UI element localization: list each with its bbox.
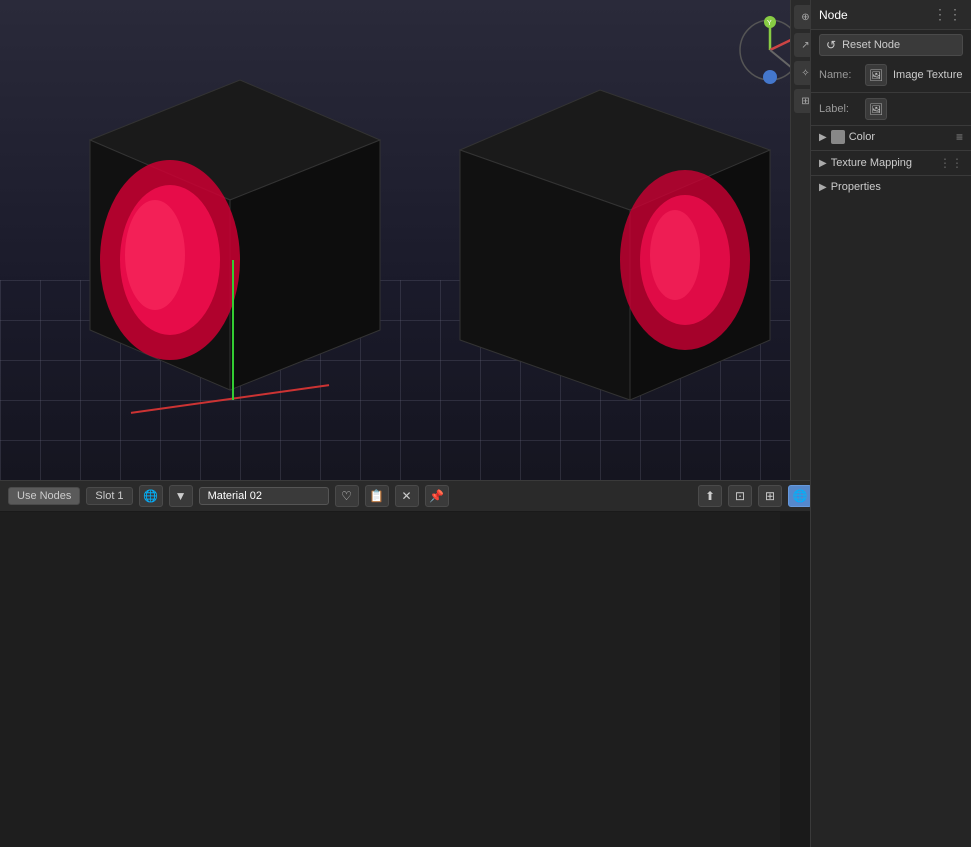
properties-expand-icon: ▶ [819, 182, 827, 193]
texture-mapping-dots: ⋮⋮ [939, 156, 963, 170]
color-list-icon[interactable]: ≡ [956, 130, 963, 144]
view-grid-icon[interactable]: ⊞ [758, 485, 782, 507]
reset-label: Reset Node [842, 39, 900, 51]
material-close-icon[interactable]: ✕ [395, 485, 419, 507]
reset-node-button[interactable]: ↺ Reset Node [819, 34, 963, 56]
material-dropdown-icon[interactable]: ▼ [169, 485, 193, 507]
name-label: Name: [819, 69, 859, 81]
name-file-icon[interactable]: 🖼 [865, 64, 887, 86]
cube-left [40, 60, 410, 400]
viewport: Y X ⊕ ↗ ✧ ⊞ [0, 0, 820, 480]
slot-selector[interactable]: Slot 1 [86, 487, 132, 505]
material-pin-icon[interactable]: 📌 [425, 485, 449, 507]
material-bar: Use Nodes Slot 1 🌐 ▼ ♡ 📋 ✕ 📌 ⬆ ⊡ ⊞ 🌐 [0, 480, 820, 512]
use-nodes-button[interactable]: Use Nodes [8, 487, 80, 505]
reset-row: ↺ Reset Node [811, 30, 971, 60]
label-label: Label: [819, 103, 859, 115]
name-row: Name: 🖼 Image Texture [811, 60, 971, 93]
material-name-field[interactable] [199, 487, 329, 505]
axis-y [232, 260, 234, 400]
texture-mapping-row[interactable]: ▶ Texture Mapping ⋮⋮ [811, 151, 971, 176]
cube-right [440, 50, 790, 410]
label-icon[interactable]: 🖼 [865, 98, 887, 120]
viewport-background: Y X [0, 0, 820, 480]
view-up-icon[interactable]: ⬆ [698, 485, 722, 507]
color-expand-label: Color [849, 131, 952, 143]
name-value: Image Texture [893, 69, 963, 81]
props-panel-dots: ⋮⋮ [933, 6, 963, 23]
reset-icon: ↺ [826, 38, 836, 52]
material-copy-icon[interactable]: 📋 [365, 485, 389, 507]
color-expand-icon[interactable]: ▶ [819, 132, 827, 143]
material-heart-icon[interactable]: ♡ [335, 485, 359, 507]
properties-expand-label: Properties [831, 181, 963, 193]
svg-text:Y: Y [767, 20, 772, 27]
texture-mapping-label: Texture Mapping [831, 157, 935, 169]
node-editor: 2 ▼ Image 01 Color Alpha 🖼 2 [0, 512, 780, 847]
material-type-icon[interactable]: 🌐 [139, 485, 163, 507]
properties-panel: Node ⋮⋮ ↺ Reset Node Name: 🖼 Image Textu… [810, 0, 971, 847]
props-panel-title: Node [819, 8, 848, 22]
color-swatch [831, 130, 845, 144]
color-expand-row: ▶ Color ≡ [811, 126, 971, 151]
view-frame-icon[interactable]: ⊡ [728, 485, 752, 507]
texture-mapping-expand-icon: ▶ [819, 158, 827, 169]
label-row: Label: 🖼 [811, 93, 971, 126]
properties-expand-row[interactable]: ▶ Properties [811, 176, 971, 198]
view-sphere-icon[interactable]: 🌐 [788, 485, 812, 507]
connection-svg [0, 512, 780, 847]
props-panel-header: Node ⋮⋮ [811, 0, 971, 30]
